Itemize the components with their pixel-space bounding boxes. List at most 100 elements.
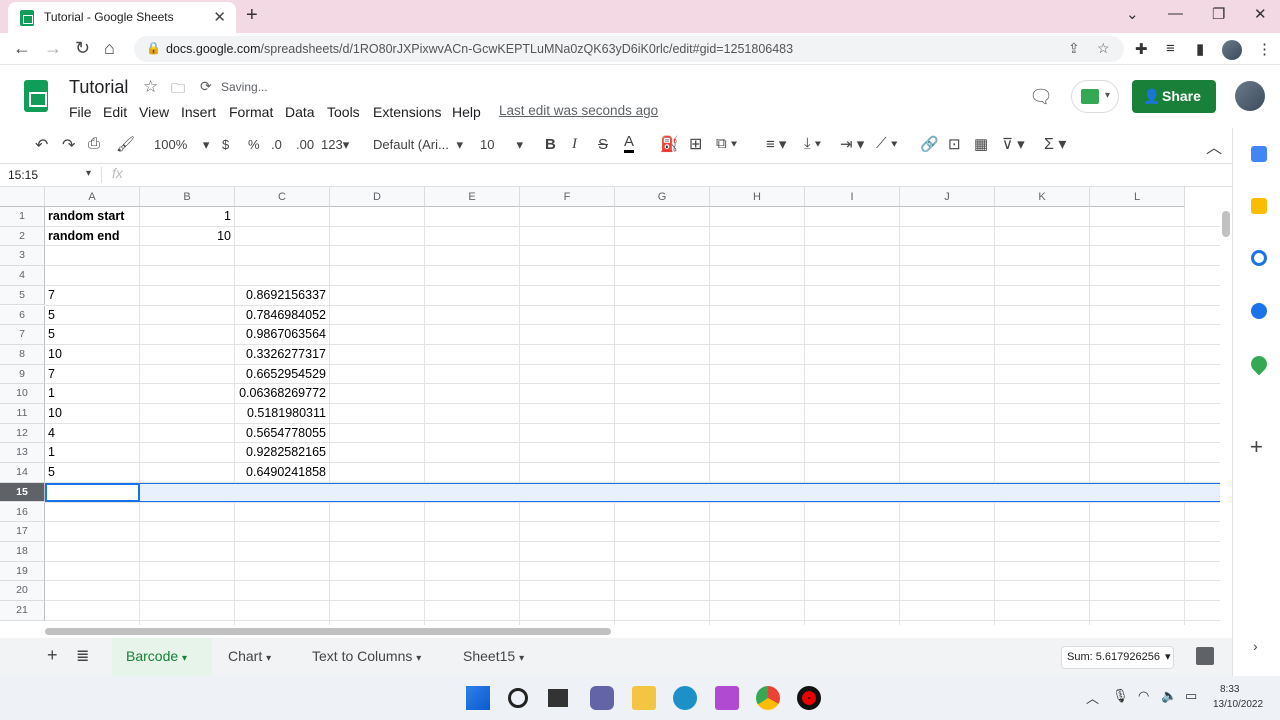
row-header-2[interactable]: 2 <box>0 226 45 247</box>
recorder-icon[interactable] <box>797 686 821 710</box>
cell-A9[interactable]: 7 <box>48 365 55 384</box>
column-header-D[interactable]: D <box>330 187 425 207</box>
insert-chart-icon[interactable]: ▦ <box>974 135 988 153</box>
file-explorer-icon[interactable] <box>632 686 656 710</box>
all-sheets-icon[interactable]: ≣ <box>76 646 89 666</box>
borders-icon[interactable]: ⊞ <box>689 134 702 154</box>
select-all-corner[interactable] <box>0 187 45 207</box>
row-header-19[interactable]: 19 <box>0 561 45 582</box>
calendar-icon[interactable] <box>1251 146 1267 162</box>
comments-icon[interactable]: 🗨 <box>1029 85 1053 109</box>
column-header-A[interactable]: A <box>45 187 140 207</box>
row-header-17[interactable]: 17 <box>0 522 45 542</box>
cell-A5[interactable]: 7 <box>48 286 55 305</box>
cell-A2[interactable]: random end <box>48 227 120 246</box>
column-header-H[interactable]: H <box>710 187 805 207</box>
start-icon[interactable] <box>466 686 490 710</box>
forward-icon[interactable]: → <box>44 38 62 59</box>
row-header-21[interactable]: 21 <box>0 601 45 621</box>
horizontal-align-icon[interactable]: ≡ ▾ <box>766 135 786 153</box>
functions-icon[interactable]: Σ ▾ <box>1044 134 1066 154</box>
cell-A1[interactable]: random start <box>48 207 124 226</box>
task-view-icon[interactable] <box>548 689 568 707</box>
restore-icon[interactable]: ❐ <box>1212 5 1225 23</box>
share-page-icon[interactable]: ⇪ <box>1068 40 1080 57</box>
currency-button[interactable]: $ <box>222 137 229 152</box>
filter-icon[interactable]: ⊽ ▾ <box>1002 135 1025 153</box>
row-header-4[interactable]: 4 <box>0 266 45 286</box>
row-header-13[interactable]: 13 <box>0 443 45 464</box>
menu-format[interactable]: Format <box>229 104 273 120</box>
cell-C9[interactable]: 0.6652954529 <box>235 365 326 384</box>
menu-file[interactable]: File <box>69 104 92 120</box>
column-header-G[interactable]: G <box>615 187 710 207</box>
close-window-icon[interactable]: ✕ <box>1254 5 1267 23</box>
text-rotation-icon[interactable]: ⟋ ▾ <box>876 135 898 152</box>
merge-cells-icon[interactable]: ⧉ ▾ <box>716 135 737 152</box>
row-header-3[interactable]: 3 <box>0 246 45 267</box>
add-addon-icon[interactable]: + <box>1250 434 1263 460</box>
row-header-8[interactable]: 8 <box>0 344 45 365</box>
insert-link-icon[interactable]: 🔗 <box>920 135 939 153</box>
insert-comment-icon[interactable]: ⊡ <box>948 135 961 153</box>
reading-list-icon[interactable]: ≡ <box>1166 40 1175 57</box>
minimize-icon[interactable]: — <box>1168 5 1183 22</box>
collapse-menu-icon[interactable]: ︿ <box>1206 134 1222 158</box>
text-wrap-icon[interactable]: ⇥ ▾ <box>840 135 864 153</box>
cell-A14[interactable]: 5 <box>48 463 55 482</box>
account-avatar[interactable] <box>1235 81 1265 111</box>
extensions-icon[interactable]: ✚ <box>1135 40 1148 58</box>
url-field[interactable]: 🔒 docs.google.com/spreadsheets/d/1RO80rJ… <box>134 36 1124 62</box>
column-header-F[interactable]: F <box>520 187 615 207</box>
menu-data[interactable]: Data <box>285 104 315 120</box>
row-header-6[interactable]: 6 <box>0 305 45 326</box>
maps-icon[interactable] <box>1247 352 1271 376</box>
cell-A10[interactable]: 1 <box>48 384 55 403</box>
tasks-icon[interactable] <box>1251 250 1267 266</box>
menu-tools[interactable]: Tools <box>327 104 360 120</box>
strikethrough-button[interactable]: S <box>598 136 608 153</box>
expand-panel-icon[interactable]: › <box>1253 638 1258 654</box>
menu-insert[interactable]: Insert <box>181 104 216 120</box>
wifi-icon[interactable]: ◠ <box>1138 688 1149 704</box>
row-header-16[interactable]: 16 <box>0 502 45 523</box>
row-header-20[interactable]: 20 <box>0 581 45 601</box>
percent-button[interactable]: % <box>248 137 260 152</box>
increase-decimal-button[interactable]: .00 <box>296 137 314 152</box>
redo-icon[interactable]: ↷ <box>62 135 75 155</box>
side-panel-icon[interactable]: ▮ <box>1196 40 1204 58</box>
reload-icon[interactable]: ↻ <box>75 38 90 59</box>
browser-profile-avatar[interactable] <box>1222 40 1242 60</box>
cell-B2[interactable]: 10 <box>140 227 231 246</box>
browser-menu-icon[interactable]: ⋮ <box>1257 40 1272 58</box>
contacts-icon[interactable] <box>1251 303 1267 319</box>
column-header-E[interactable]: E <box>425 187 520 207</box>
tab-search-icon[interactable]: ⌄ <box>1126 5 1139 23</box>
teams-chat-icon[interactable] <box>590 686 614 710</box>
more-formats-button[interactable]: 123▾ <box>321 137 349 153</box>
add-sheet-icon[interactable]: + <box>47 645 58 666</box>
home-icon[interactable]: ⌂ <box>104 38 115 59</box>
share-button[interactable]: 👤 Share <box>1132 80 1216 113</box>
row-header-10[interactable]: 10 <box>0 384 45 404</box>
horizontal-scrollbar[interactable] <box>45 626 1220 638</box>
undo-icon[interactable]: ↶ <box>35 135 48 155</box>
text-color-button[interactable]: A <box>624 134 635 153</box>
sheet-tab-barcode[interactable]: Barcode ▾ <box>126 648 187 664</box>
show-hidden-icons-icon[interactable]: ︿ <box>1086 688 1099 707</box>
paint-format-icon[interactable]: 🖌 <box>116 135 135 153</box>
cell-C5[interactable]: 0.8692156337 <box>235 286 326 305</box>
cell-C7[interactable]: 0.9867063564 <box>235 325 326 344</box>
back-icon[interactable]: ← <box>13 38 31 59</box>
search-icon[interactable] <box>508 688 528 708</box>
row-header-7[interactable]: 7 <box>0 325 45 345</box>
clock-time[interactable]: 8:33 <box>1220 684 1239 695</box>
chrome-icon[interactable] <box>756 686 780 710</box>
battery-icon[interactable]: ▭ <box>1185 688 1197 704</box>
print-icon[interactable]: ⎙ <box>88 135 100 152</box>
cell-A6[interactable]: 5 <box>48 306 55 325</box>
column-header-L[interactable]: L <box>1090 187 1185 207</box>
row-header-12[interactable]: 12 <box>0 423 45 444</box>
vertical-align-icon[interactable]: ⤓ ▾ <box>804 135 821 152</box>
scroll-thumb[interactable] <box>1222 211 1230 237</box>
